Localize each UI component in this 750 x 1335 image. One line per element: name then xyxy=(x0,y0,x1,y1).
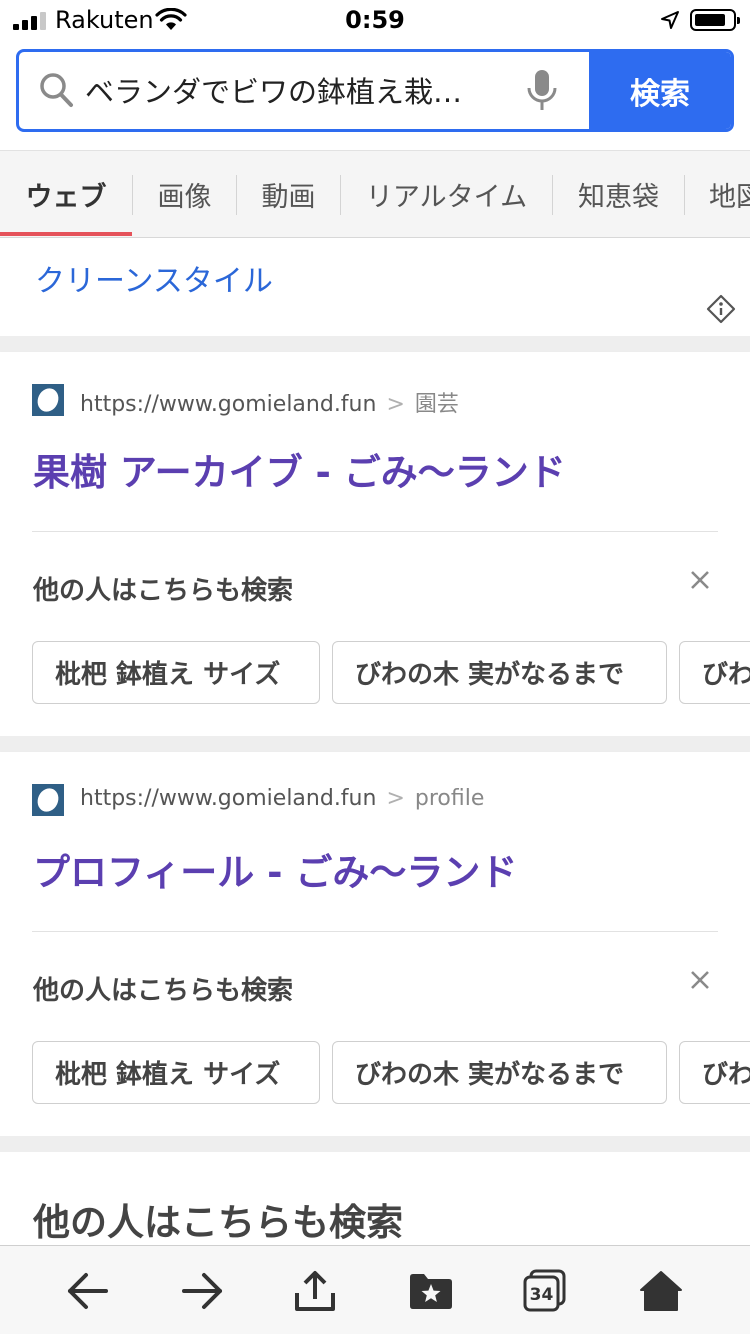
search-result: https://www.gomieland.fun > profile プロフィール… xyxy=(0,752,750,1136)
site-favicon xyxy=(32,784,64,816)
result-url-line: https://www.gomieland.fun > 園芸 xyxy=(80,386,459,418)
result-title-link[interactable]: プロフィール - ごみ〜ランド xyxy=(33,842,517,896)
tab-maps[interactable]: 地図 xyxy=(685,151,750,237)
info-icon[interactable] xyxy=(706,294,736,328)
search-input[interactable]: ベランダでビワの鉢植え栽… xyxy=(85,72,485,112)
related-search-chip[interactable]: びわの木 実がなるまで xyxy=(332,641,667,704)
location-arrow-icon xyxy=(660,10,680,34)
result-breadcrumb: 園芸 xyxy=(414,392,459,417)
result-url[interactable]: https://www.gomieland.fun xyxy=(80,392,376,417)
tab-images[interactable]: 画像 xyxy=(133,151,236,237)
clock: 0:59 xyxy=(345,6,405,34)
breadcrumb-separator: > xyxy=(386,786,405,811)
home-icon xyxy=(640,1270,682,1311)
back-arrow-icon xyxy=(68,1272,108,1309)
section-gap xyxy=(0,736,750,752)
more-related-section: 他の人はこちらも検索 xyxy=(0,1152,750,1252)
related-searches-heading: 他の人はこちらも検索 xyxy=(33,576,294,606)
search-box[interactable]: ベランダでビワの鉢植え栽… 検索 xyxy=(16,49,734,132)
divider xyxy=(32,931,718,932)
back-button[interactable] xyxy=(43,1246,133,1335)
share-button[interactable] xyxy=(270,1246,360,1335)
bookmarks-button[interactable] xyxy=(386,1246,476,1335)
clean-style-link[interactable]: クリーンスタイル xyxy=(35,256,273,300)
status-bar: Rakuten 0:59 xyxy=(0,0,750,42)
tab-web[interactable]: ウェブ xyxy=(0,151,132,237)
result-url-line: https://www.gomieland.fun > profile xyxy=(80,786,484,811)
clean-style-section: クリーンスタイル xyxy=(0,238,750,336)
result-breadcrumb: profile xyxy=(414,786,485,811)
related-search-chip[interactable]: 枇杷 鉢植え サイズ xyxy=(32,1041,320,1104)
result-url[interactable]: https://www.gomieland.fun xyxy=(80,786,376,811)
close-icon[interactable] xyxy=(688,568,712,596)
site-favicon xyxy=(32,384,64,416)
battery-icon xyxy=(690,9,740,31)
section-gap xyxy=(0,1136,750,1152)
search-result: https://www.gomieland.fun > 園芸 果樹 アーカイブ - … xyxy=(0,352,750,736)
forward-button[interactable] xyxy=(157,1246,247,1335)
related-search-chip[interactable]: 枇杷 鉢植え サイズ xyxy=(32,641,320,704)
result-title-link[interactable]: 果樹 アーカイブ - ごみ〜ランド xyxy=(33,442,566,496)
search-icon xyxy=(39,72,75,114)
tabs-icon: 34 xyxy=(523,1269,566,1311)
home-button[interactable] xyxy=(616,1246,706,1335)
related-search-chip[interactable]: びわの木 実がなるまで xyxy=(332,1041,667,1104)
tab-videos[interactable]: 動画 xyxy=(237,151,340,237)
search-button[interactable]: 検索 xyxy=(589,52,731,129)
active-tab-indicator xyxy=(0,232,132,236)
related-search-chip[interactable]: びわ xyxy=(679,641,750,704)
tab-chiebukuro[interactable]: 知恵袋 xyxy=(553,151,684,237)
related-search-chips: 枇杷 鉢植え サイズ びわの木 実がなるまで びわ xyxy=(32,1041,750,1105)
divider xyxy=(32,531,718,532)
related-search-chip[interactable]: びわ xyxy=(679,1041,750,1104)
bottom-toolbar: 34 xyxy=(0,1245,750,1334)
share-icon xyxy=(295,1270,335,1311)
related-search-chips: 枇杷 鉢植え サイズ びわの木 実がなるまで びわ xyxy=(32,641,750,705)
forward-arrow-icon xyxy=(182,1272,222,1309)
tab-count: 34 xyxy=(530,1285,554,1305)
related-searches-heading: 他の人はこちらも検索 xyxy=(33,976,294,1006)
tabs-button[interactable]: 34 xyxy=(500,1246,590,1335)
bookmark-folder-icon xyxy=(410,1273,452,1309)
more-related-heading: 他の人はこちらも検索 xyxy=(33,1201,403,1244)
search-category-tabs: ウェブ 画像 動画 リアルタイム 知恵袋 地図 xyxy=(0,150,750,238)
tab-realtime[interactable]: リアルタイム xyxy=(341,151,552,237)
breadcrumb-separator: > xyxy=(386,392,405,417)
close-icon[interactable] xyxy=(688,968,712,996)
section-gap xyxy=(0,336,750,352)
microphone-icon[interactable] xyxy=(524,68,560,118)
